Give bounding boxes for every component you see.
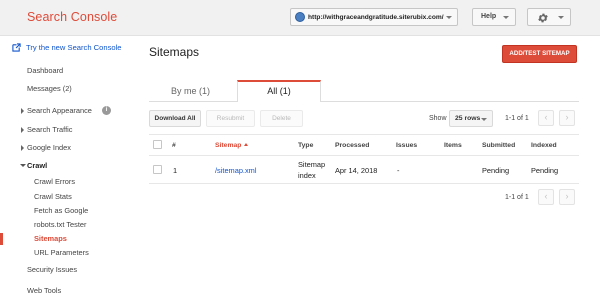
sidebar-item-label: URL Parameters [34,248,89,257]
external-link-icon [12,43,21,52]
chevron-down-icon [558,16,564,19]
rows-per-page-value: 25 rows [455,115,481,122]
column-header-items: Items [444,142,462,149]
column-header-number: # [172,142,176,149]
column-header-type: Type [298,142,314,149]
table-top-border [149,134,579,135]
chevron-right-icon [21,108,24,114]
sidebar-item-label: Fetch as Google [34,206,89,215]
indexed-cell: Pending [531,166,559,175]
settings-button[interactable] [527,8,571,26]
try-new-label: Try the new Search Console [26,43,122,52]
sidebar-item-fetch-as-google[interactable]: Fetch as Google [0,204,140,218]
brand-logo[interactable]: Search Console [27,10,117,24]
sidebar: Try the new Search Console Dashboard Mes… [0,37,140,302]
table-bottom-border [149,183,579,184]
type-cell-line2: index [298,171,316,180]
sidebar-item-crawl[interactable]: Crawl [0,159,140,173]
chevron-right-icon[interactable]: › [559,189,575,205]
sidebar-item-label: Crawl [27,161,48,170]
info-icon[interactable]: i [102,106,111,115]
app-header: Search Console http://withgraceandgratit… [0,0,600,36]
submitted-cell: Pending [482,166,510,175]
help-label: Help [481,13,497,20]
sidebar-item-label: Security Issues [27,265,78,274]
sidebar-item-messages[interactable]: Messages (2) [0,82,140,96]
row-checkbox[interactable] [153,165,162,174]
rows-per-page-select[interactable]: 25 rows [449,110,493,127]
sidebar-item-label: Search Appearance [27,106,92,115]
sidebar-item-label: Messages (2) [27,84,72,93]
sidebar-item-security-issues[interactable]: Security Issues [0,263,140,277]
chevron-right-icon [21,127,24,133]
sort-ascending-icon [244,143,249,146]
active-indicator [0,233,3,245]
site-selector[interactable]: http://withgraceandgratitude.siterubix.c… [290,8,458,26]
try-new-console-link[interactable]: Try the new Search Console [12,43,122,52]
chevron-left-icon[interactable]: ‹ [538,110,554,126]
show-label: Show [429,115,447,122]
delete-button[interactable]: Delete [260,110,303,127]
sidebar-item-label: Crawl Stats [34,192,72,201]
pager-text: 1-1 of 1 [505,115,529,122]
row-number: 1 [173,166,178,175]
sidebar-item-label: Crawl Errors [34,177,76,186]
processed-cell: Apr 14, 2018 [335,166,378,175]
column-header-submitted: Submitted [482,142,516,149]
column-header-sitemap[interactable]: Sitemap [215,142,249,149]
sitemap-link[interactable]: /sitemap.xml [215,166,256,175]
sidebar-item-sitemaps[interactable]: Sitemaps [0,232,140,246]
resubmit-button[interactable]: Resubmit [206,110,255,127]
issues-cell: - [397,166,400,175]
sidebar-item-label: Web Tools [27,286,62,295]
tab-all[interactable]: All (1) [237,80,321,102]
download-all-button[interactable]: Download All [149,110,201,127]
sidebar-item-label: Dashboard [27,66,64,75]
page-title: Sitemaps [149,45,200,59]
footer-pager-text: 1-1 of 1 [505,194,529,201]
sidebar-item-label: Google Index [27,143,71,152]
site-url: http://withgraceandgratitude.siterubix.c… [308,13,444,21]
sidebar-item-search-appearance[interactable]: Search Appearance i [0,104,140,118]
column-header-indexed: Indexed [531,142,557,149]
chevron-left-icon[interactable]: ‹ [538,189,554,205]
chevron-down-icon [503,16,509,19]
chevron-right-icon[interactable]: › [559,110,575,126]
sidebar-item-google-index[interactable]: Google Index [0,141,140,155]
sidebar-item-url-parameters[interactable]: URL Parameters [0,246,140,260]
sidebar-item-crawl-stats[interactable]: Crawl Stats [0,190,140,204]
column-header-processed: Processed [335,142,370,149]
globe-icon [295,12,305,22]
tab-by-me[interactable]: By me (1) [171,86,210,96]
sidebar-item-label: Search Traffic [27,125,73,134]
gear-icon [538,13,548,23]
sidebar-item-label: Sitemaps [34,234,67,243]
sidebar-item-search-traffic[interactable]: Search Traffic [0,123,140,137]
select-all-checkbox[interactable] [153,140,162,149]
sidebar-item-web-tools[interactable]: Web Tools [0,284,140,298]
column-header-label: Sitemap [215,142,242,149]
table-header-border [149,155,579,156]
sidebar-item-robots-tester[interactable]: robots.txt Tester [0,218,140,232]
chevron-down-icon [481,118,487,121]
sidebar-item-crawl-errors[interactable]: Crawl Errors [0,175,140,189]
type-cell-line1: Sitemap [298,160,326,169]
chevron-down-icon [446,16,452,19]
add-test-sitemap-button[interactable]: ADD/TEST SITEMAP [502,45,577,63]
sidebar-item-label: robots.txt Tester [34,220,87,229]
chevron-down-icon [20,164,26,167]
tabs-divider [149,101,579,102]
column-header-issues: Issues [396,142,418,149]
chevron-right-icon [21,145,24,151]
help-button[interactable]: Help [472,8,516,26]
sidebar-item-dashboard[interactable]: Dashboard [0,64,140,78]
